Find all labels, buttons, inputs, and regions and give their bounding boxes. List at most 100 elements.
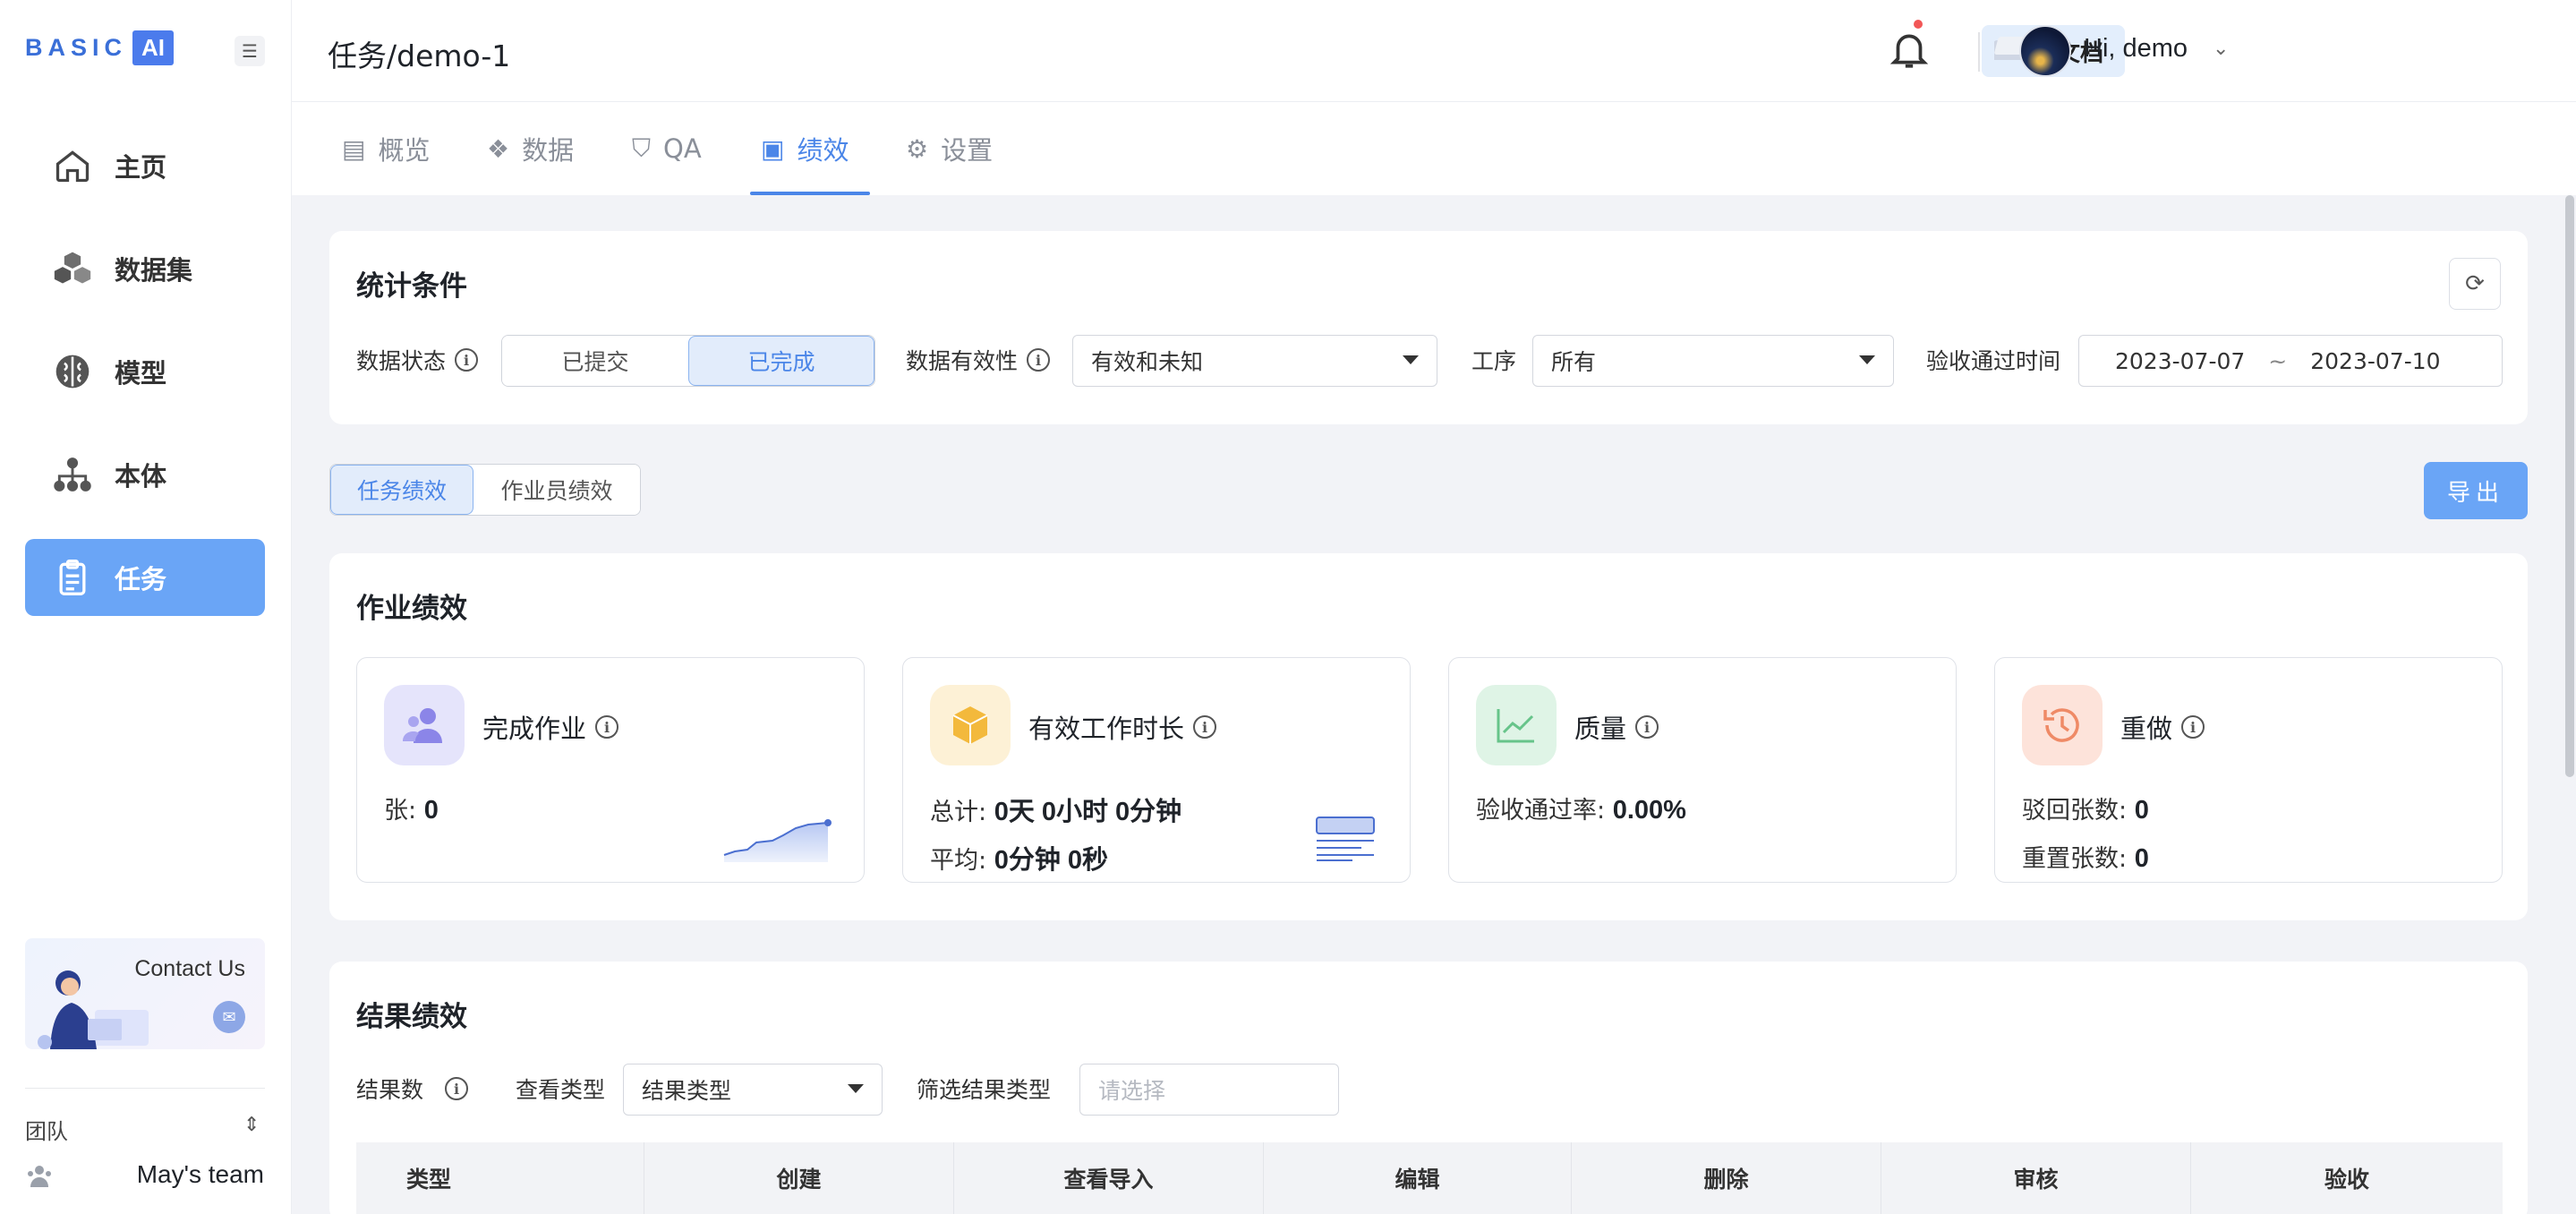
task-tabs: ▤ 概览 ❖ 数据 ⛉ QA ▣ 绩效 ⚙ 设置 bbox=[292, 102, 2576, 195]
metric-title: 重做 i bbox=[2120, 708, 2205, 746]
tab-data[interactable]: ❖ 数据 bbox=[487, 102, 574, 195]
line-chart-icon bbox=[1476, 685, 1557, 765]
metric-key: 总计: bbox=[930, 799, 994, 826]
sidebar-item-ontology[interactable]: 本体 bbox=[25, 436, 265, 513]
caret-down-icon bbox=[1859, 355, 1875, 364]
view-type-label: 查看类型 bbox=[516, 1077, 606, 1103]
sidebar-item-label: 模型 bbox=[115, 358, 167, 389]
refresh-button[interactable]: ⟳ bbox=[2449, 258, 2501, 310]
metric-value-line: 张: 0 bbox=[384, 791, 439, 825]
column-header[interactable]: 验收 bbox=[2191, 1142, 2503, 1214]
performance-type-toggle: 任务绩效 作业员绩效 bbox=[329, 464, 641, 516]
tab-performance[interactable]: ▣ 绩效 bbox=[761, 102, 849, 195]
info-icon[interactable]: i bbox=[595, 715, 619, 739]
column-header[interactable]: 审核 bbox=[1881, 1142, 2191, 1214]
info-icon[interactable]: i bbox=[1635, 715, 1659, 739]
collapse-sidebar-button[interactable]: ☰ bbox=[235, 36, 265, 66]
date-range-picker[interactable]: 2023-07-07 ~ 2023-07-10 bbox=[2078, 335, 2503, 387]
column-header[interactable]: 删除 bbox=[1572, 1142, 1881, 1214]
team-switch-icon[interactable]: ⇕ bbox=[243, 1114, 260, 1136]
info-icon[interactable]: i bbox=[1193, 715, 1217, 739]
stage-label: 工序 bbox=[1471, 348, 1517, 374]
gear-icon: ⚙ bbox=[906, 133, 929, 164]
box-icon bbox=[930, 685, 1011, 765]
export-button[interactable]: 导出 bbox=[2424, 462, 2528, 519]
cubes-icon bbox=[52, 248, 93, 289]
column-header[interactable]: 类型 bbox=[356, 1142, 644, 1214]
clipboard-icon bbox=[52, 557, 93, 598]
chat-icon: ✉ bbox=[213, 1001, 245, 1033]
active-tab-indicator bbox=[750, 192, 870, 195]
notification-bell-icon[interactable] bbox=[1887, 27, 1932, 72]
status-completed-button[interactable]: 已完成 bbox=[688, 336, 874, 386]
metric-title: 质量 i bbox=[1574, 708, 1659, 746]
users-icon bbox=[384, 685, 465, 765]
refresh-icon: ⟳ bbox=[2465, 270, 2485, 297]
result-type-filter-input[interactable]: 请选择 bbox=[1079, 1064, 1339, 1116]
metric-value-line: 平均: 0分钟 0秒 bbox=[930, 839, 1108, 876]
breadcrumb: 任务/demo-1 bbox=[328, 38, 511, 73]
date-from[interactable]: 2023-07-07 bbox=[2115, 348, 2245, 374]
sidebar-item-home[interactable]: 主页 bbox=[25, 127, 265, 204]
info-icon[interactable]: i bbox=[445, 1077, 469, 1100]
view-type-select[interactable]: 结果类型 bbox=[623, 1064, 883, 1116]
metric-key: 驳回张数: bbox=[2022, 797, 2135, 825]
date-to[interactable]: 2023-07-10 bbox=[2310, 348, 2440, 374]
caret-down-icon bbox=[848, 1084, 864, 1093]
view-type-value: 结果类型 bbox=[642, 1078, 732, 1104]
chip-icon: ▣ bbox=[761, 133, 785, 164]
shield-check-icon: ⛉ bbox=[632, 133, 652, 163]
header-divider bbox=[1978, 32, 1980, 72]
logo-ai: AI bbox=[132, 30, 175, 65]
sidebar-item-tasks[interactable]: 任务 bbox=[25, 539, 265, 616]
contact-us-label: Contact Us bbox=[134, 956, 245, 981]
status-submitted-button[interactable]: 已提交 bbox=[502, 336, 688, 386]
work-performance-title: 作业绩效 bbox=[356, 593, 467, 625]
metric-title: 完成作业 i bbox=[482, 708, 619, 746]
history-icon bbox=[2022, 685, 2103, 765]
sidebar-item-label: 任务 bbox=[115, 564, 167, 594]
validity-value: 有效和未知 bbox=[1091, 349, 1204, 375]
tab-overview[interactable]: ▤ 概览 bbox=[342, 102, 430, 195]
task-performance-button[interactable]: 任务绩效 bbox=[330, 465, 473, 515]
chevron-down-icon[interactable]: ⌄ bbox=[2213, 38, 2229, 60]
sidebar-item-label: 数据集 bbox=[115, 255, 193, 286]
tab-qa[interactable]: ⛉ QA bbox=[632, 102, 702, 195]
info-icon[interactable]: i bbox=[2181, 715, 2205, 739]
metric-key: 重置张数: bbox=[2022, 845, 2135, 873]
top-header: 任务/demo-1 文档 Hi, demo ⌄ bbox=[292, 0, 2576, 102]
info-icon[interactable]: i bbox=[455, 348, 479, 372]
info-icon[interactable]: i bbox=[1027, 348, 1051, 372]
trend-sparkline-icon bbox=[723, 819, 832, 862]
date-separator: ~ bbox=[2268, 347, 2288, 374]
metric-title-text: 有效工作时长 bbox=[1028, 714, 1185, 744]
accept-time-label: 验收通过时间 bbox=[1926, 348, 2061, 374]
brain-icon bbox=[52, 351, 93, 392]
stage-select[interactable]: 所有 bbox=[1532, 335, 1894, 387]
scrollbar-thumb[interactable] bbox=[2565, 195, 2574, 777]
brand-logo[interactable]: BASIC AI bbox=[25, 30, 175, 65]
tab-settings[interactable]: ⚙ 设置 bbox=[906, 102, 993, 195]
sidebar-item-datasets[interactable]: 数据集 bbox=[25, 230, 265, 307]
column-header[interactable]: 创建 bbox=[644, 1142, 954, 1214]
sidebar-item-label: 本体 bbox=[115, 461, 167, 492]
sidebar-item-models[interactable]: 模型 bbox=[25, 333, 265, 410]
avatar[interactable] bbox=[2019, 25, 2071, 77]
contact-us-card[interactable]: Contact Us ✉ bbox=[25, 938, 265, 1049]
metric-value-line: 总计: 0天 0小时 0分钟 bbox=[930, 791, 1181, 828]
tab-label: 绩效 bbox=[797, 135, 849, 166]
user-greeting[interactable]: Hi, demo bbox=[2084, 34, 2188, 64]
metric-value-line: 重置张数: 0 bbox=[2022, 839, 2149, 874]
worker-performance-button[interactable]: 作业员绩效 bbox=[473, 465, 640, 515]
sidebar-nav: 主页 数据集 模型 本体 任务 bbox=[25, 127, 265, 642]
sidebar-divider bbox=[25, 1088, 265, 1089]
metric-key: 平均: bbox=[930, 847, 994, 875]
document-icon: ▤ bbox=[342, 133, 366, 164]
sidebar-item-label: 主页 bbox=[115, 152, 167, 183]
metric-title-text: 质量 bbox=[1574, 714, 1627, 744]
column-header[interactable]: 编辑 bbox=[1264, 1142, 1572, 1214]
result-count-label: 结果数 i bbox=[356, 1073, 469, 1105]
validity-select[interactable]: 有效和未知 bbox=[1072, 335, 1437, 387]
team-name[interactable]: May's team bbox=[137, 1160, 264, 1189]
column-header[interactable]: 查看导入 bbox=[954, 1142, 1264, 1214]
